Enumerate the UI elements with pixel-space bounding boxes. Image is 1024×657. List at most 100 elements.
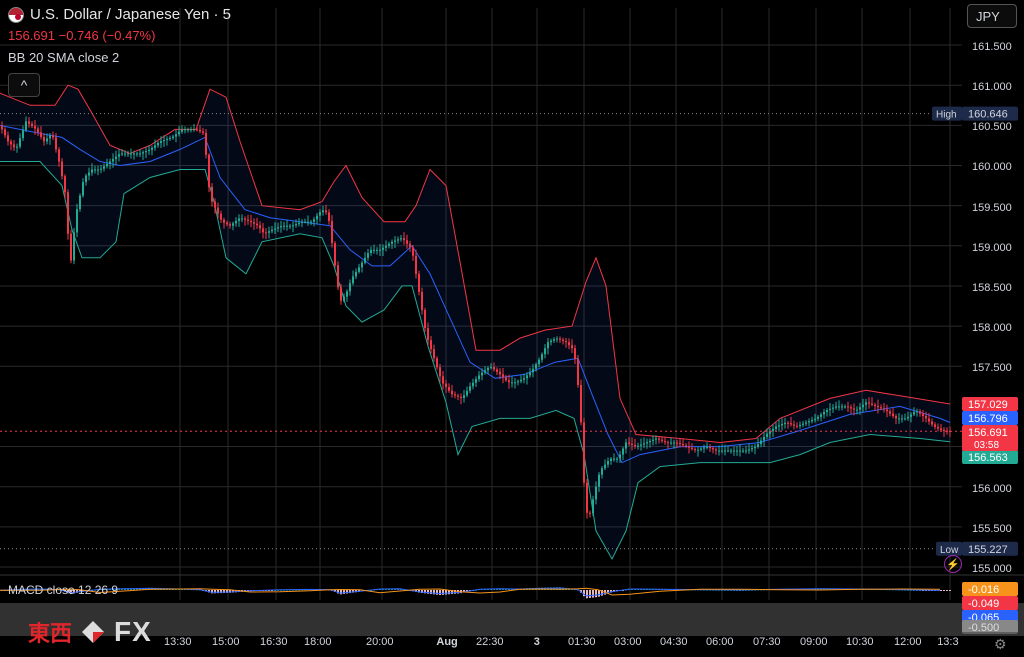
macd-hist-bar	[430, 590, 432, 595]
time-axis-label: 22:30	[476, 636, 504, 648]
candle-body	[130, 153, 132, 155]
countdown-label: 03:58	[974, 440, 999, 451]
candle-body	[49, 135, 51, 139]
candle-body	[364, 257, 366, 263]
candle-body	[637, 445, 639, 447]
price-tick-label: 161.500	[972, 41, 1012, 53]
candle-body	[817, 416, 819, 419]
candle-body	[499, 371, 501, 375]
candle-body	[427, 328, 429, 341]
candle-body	[928, 418, 930, 422]
bb-tag-0: 157.029	[968, 399, 1008, 411]
price-tick-label: 157.500	[972, 362, 1012, 374]
candle-body	[598, 474, 600, 487]
candle-body	[646, 442, 648, 444]
candle-body	[697, 449, 699, 451]
candle-body	[256, 223, 258, 226]
price-tick-label: 155.000	[972, 563, 1012, 575]
candle-body	[685, 445, 687, 447]
candle-body	[31, 123, 33, 127]
candle-body	[265, 232, 267, 234]
candle-body	[859, 407, 861, 410]
macd-hist-bar	[595, 590, 597, 598]
candle-body	[415, 255, 417, 274]
price-tick-label: 159.500	[972, 202, 1012, 214]
candle-body	[649, 440, 651, 443]
candle-body	[892, 413, 894, 417]
candle-body	[61, 161, 63, 177]
candle-body	[133, 153, 135, 155]
time-axis-label: 01:30	[568, 636, 596, 648]
candle-body	[385, 245, 387, 248]
candle-body	[343, 296, 345, 301]
time-axis-label: 03:00	[614, 636, 642, 648]
candle-body	[241, 218, 243, 220]
candle-body	[454, 394, 456, 396]
candle-body	[625, 442, 627, 449]
candle-body	[736, 450, 738, 452]
time-axis-label: 12:00	[894, 636, 922, 648]
candle-body	[712, 448, 714, 450]
alert-icon[interactable]: ⚡	[944, 555, 962, 573]
gear-icon[interactable]: ⚙	[994, 636, 1007, 653]
candle-body	[757, 444, 759, 447]
candle-body	[229, 224, 231, 226]
candle-body	[934, 424, 936, 427]
chart-background	[0, 0, 1024, 657]
candle-body	[682, 444, 684, 446]
candle-body	[676, 442, 678, 444]
candle-body	[853, 408, 855, 410]
candle-body	[253, 222, 255, 224]
candle-body	[715, 449, 717, 451]
candle-body	[250, 220, 252, 223]
candle-body	[202, 131, 204, 133]
candle-body	[382, 247, 384, 250]
candle-body	[628, 442, 630, 444]
candle-body	[706, 446, 708, 448]
candle-body	[883, 408, 885, 410]
candle-body	[586, 482, 588, 513]
candle-body	[565, 340, 567, 343]
candle-body	[430, 340, 432, 350]
currency-selector[interactable]: JPY	[967, 4, 1017, 28]
candle-body	[334, 243, 336, 266]
low-tag-label: Low	[940, 545, 959, 556]
candle-body	[862, 404, 864, 408]
candle-body	[121, 153, 123, 155]
candle-body	[592, 499, 594, 514]
price-tick-label: 158.500	[972, 282, 1012, 294]
macd-value-label-0: -0.016	[968, 584, 999, 596]
price-tick-label: 155.500	[972, 523, 1012, 535]
candle-body	[520, 379, 522, 382]
candle-body	[814, 418, 816, 421]
candle-body	[865, 402, 867, 405]
candle-body	[28, 121, 30, 124]
macd-indicator-legend[interactable]: MACD close 12 26 9	[8, 583, 118, 597]
symbol-legend: U.S. Dollar / Japanese Yen · 5	[8, 6, 231, 23]
candle-body	[418, 273, 420, 292]
bb-indicator-legend[interactable]: BB 20 SMA close 2	[8, 50, 119, 65]
macd-hist-bar	[433, 590, 435, 595]
candle-body	[34, 126, 36, 129]
candle-body	[673, 442, 675, 444]
candle-body	[148, 149, 150, 152]
candle-body	[112, 159, 114, 162]
candle-body	[124, 153, 126, 155]
candle-body	[760, 440, 762, 445]
bb-tag-1: 156.796	[968, 413, 1008, 425]
candle-body	[691, 447, 693, 449]
price-chart[interactable]: 161.500 161.000 160.500 160.000 159.500 159.0…	[0, 0, 1024, 657]
candle-body	[484, 370, 486, 373]
candle-body	[295, 224, 297, 226]
candle-body	[91, 169, 93, 173]
candle-body	[103, 166, 105, 169]
candle-body	[898, 418, 900, 420]
candle-body	[145, 151, 147, 153]
candle-body	[307, 221, 309, 223]
collapse-legend-button[interactable]: ^	[8, 73, 40, 97]
candle-body	[820, 414, 822, 417]
candle-body	[679, 442, 681, 445]
candle-body	[328, 212, 330, 222]
macd-value-label-1: -0.049	[968, 598, 999, 610]
candle-body	[856, 409, 858, 411]
